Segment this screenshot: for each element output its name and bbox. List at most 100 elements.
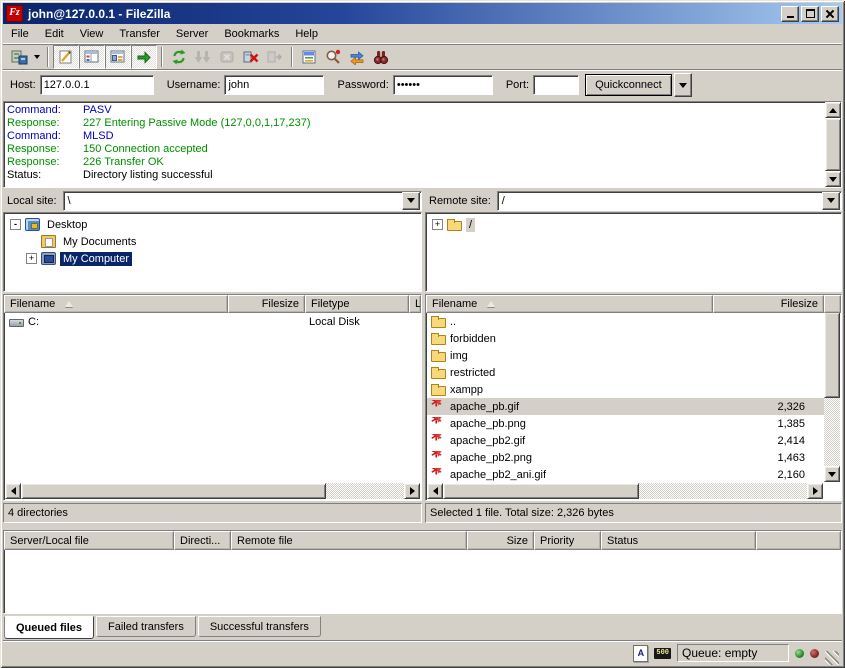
site-manager-button[interactable] bbox=[7, 46, 31, 68]
column-header-direction[interactable]: Directi... bbox=[174, 531, 231, 550]
refresh-button[interactable] bbox=[167, 46, 191, 68]
remote-site-combo[interactable]: / bbox=[497, 191, 842, 211]
menu-server[interactable]: Server bbox=[168, 26, 216, 42]
local-site-combo[interactable]: \ bbox=[63, 191, 422, 211]
speed-limits-icon[interactable]: 500 bbox=[654, 648, 671, 659]
column-header-lastmodified[interactable]: L bbox=[409, 295, 421, 313]
tree-expander[interactable] bbox=[432, 219, 443, 230]
file-row[interactable]: apache_pb2.gif 2,414 bbox=[427, 432, 824, 449]
scroll-down-button[interactable] bbox=[824, 466, 840, 482]
tree-expander[interactable] bbox=[10, 219, 21, 230]
site-manager-dropdown[interactable] bbox=[31, 46, 43, 68]
remote-site-dropdown[interactable] bbox=[822, 192, 840, 210]
queue-tab[interactable]: Queued files bbox=[4, 616, 94, 639]
log-line: Response: 227 Entering Passive Mode (127… bbox=[7, 117, 821, 130]
disconnect-button[interactable] bbox=[239, 46, 263, 68]
tree-item[interactable]: My Computer bbox=[24, 250, 419, 267]
maximize-button[interactable] bbox=[801, 6, 819, 22]
column-header-priority[interactable]: Priority bbox=[534, 531, 601, 550]
toggle-message-log-icon bbox=[58, 49, 74, 65]
file-row[interactable]: apache_pb.gif 2,326 bbox=[427, 398, 824, 415]
tree-expander[interactable] bbox=[26, 253, 37, 264]
reconnect-button[interactable] bbox=[263, 46, 287, 68]
file-row[interactable]: apache_pb.png 1,385 bbox=[427, 415, 824, 432]
menu-file[interactable]: File bbox=[3, 26, 37, 42]
local-hscrollbar[interactable] bbox=[5, 483, 420, 499]
scrollbar-thumb[interactable] bbox=[825, 118, 841, 171]
scroll-right-button[interactable] bbox=[404, 483, 420, 499]
toggle-local-tree-button[interactable] bbox=[79, 45, 105, 69]
filter-button[interactable] bbox=[297, 46, 321, 68]
column-header-server-local-file[interactable]: Server/Local file bbox=[4, 531, 174, 550]
scroll-down-button[interactable] bbox=[825, 171, 841, 187]
file-row[interactable]: C: Local Disk bbox=[5, 313, 420, 330]
synchronized-browsing-button[interactable] bbox=[345, 46, 369, 68]
remote-vscrollbar[interactable] bbox=[824, 296, 840, 482]
column-header-filename[interactable]: Filename bbox=[426, 295, 713, 313]
close-button[interactable] bbox=[821, 6, 839, 22]
file-row[interactable]: apache_pb2.png 1,463 bbox=[427, 449, 824, 466]
menu-help[interactable]: Help bbox=[287, 26, 326, 42]
menu-transfer[interactable]: Transfer bbox=[111, 26, 168, 42]
toggle-queue-button[interactable] bbox=[131, 45, 157, 69]
scroll-left-button[interactable] bbox=[427, 483, 443, 499]
toggle-remote-tree-button[interactable] bbox=[105, 45, 131, 69]
directory-comparison-button[interactable] bbox=[321, 46, 345, 68]
local-list-header: Filename Filesize Filetype L bbox=[4, 295, 421, 313]
file-row[interactable]: apache_pb2_ani.gif 2,160 bbox=[427, 466, 824, 482]
queue-tab[interactable]: Successful transfers bbox=[198, 616, 321, 637]
scrollbar-track[interactable] bbox=[824, 398, 840, 466]
tree-item[interactable]: / bbox=[430, 216, 839, 233]
transfer-type-ascii-icon[interactable]: A bbox=[633, 645, 648, 662]
title-bar[interactable]: Fz john@127.0.0.1 - FileZilla bbox=[3, 3, 842, 24]
file-row[interactable]: forbidden bbox=[427, 330, 824, 347]
file-row[interactable]: img bbox=[427, 347, 824, 364]
menu-view[interactable]: View bbox=[72, 26, 112, 42]
file-name: xampp bbox=[450, 384, 483, 396]
menu-edit[interactable]: Edit bbox=[37, 26, 72, 42]
tree-item[interactable]: My Documents bbox=[24, 233, 419, 250]
host-input[interactable] bbox=[40, 75, 154, 95]
file-row[interactable]: .. bbox=[427, 313, 824, 330]
scrollbar-track[interactable] bbox=[326, 483, 404, 499]
process-queue-button[interactable] bbox=[191, 46, 215, 68]
scrollbar-thumb[interactable] bbox=[824, 312, 840, 398]
column-header-filetype[interactable]: Filetype bbox=[305, 295, 409, 313]
remote-site-value: / bbox=[498, 195, 822, 207]
local-site-dropdown[interactable] bbox=[402, 192, 420, 210]
cancel-button[interactable] bbox=[215, 46, 239, 68]
port-input[interactable] bbox=[533, 75, 579, 95]
log-scrollbar[interactable] bbox=[825, 102, 841, 187]
synchronized-browsing-icon bbox=[349, 49, 365, 65]
password-input[interactable] bbox=[393, 75, 493, 95]
file-row[interactable]: restricted bbox=[427, 364, 824, 381]
tree-item[interactable]: Desktop bbox=[8, 216, 419, 233]
resize-grip[interactable] bbox=[825, 651, 839, 665]
scrollbar-thumb[interactable] bbox=[21, 483, 326, 499]
file-row[interactable]: xampp bbox=[427, 381, 824, 398]
remote-hscrollbar[interactable] bbox=[427, 483, 823, 499]
remote-file-list: Filename Filesize .. forbidden img bbox=[425, 294, 842, 501]
scrollbar-thumb[interactable] bbox=[443, 483, 639, 499]
toggle-message-log-button[interactable] bbox=[53, 45, 79, 69]
quickconnect-button[interactable]: Quickconnect bbox=[585, 74, 672, 96]
find-files-button[interactable] bbox=[369, 46, 393, 68]
column-header-filesize[interactable]: Filesize bbox=[228, 295, 305, 313]
column-header-filename[interactable]: Filename bbox=[4, 295, 228, 313]
column-header-status[interactable]: Status bbox=[601, 531, 756, 550]
username-input[interactable] bbox=[224, 75, 324, 95]
queue-tab[interactable]: Failed transfers bbox=[96, 616, 196, 637]
column-header-filesize[interactable]: Filesize bbox=[713, 295, 824, 313]
scrollbar-track[interactable] bbox=[639, 483, 807, 499]
menu-bookmarks[interactable]: Bookmarks bbox=[216, 26, 287, 42]
port-label: Port: bbox=[506, 79, 529, 91]
scroll-right-button[interactable] bbox=[807, 483, 823, 499]
minimize-button[interactable] bbox=[781, 6, 799, 22]
scroll-left-button[interactable] bbox=[5, 483, 21, 499]
scroll-up-button[interactable] bbox=[825, 102, 841, 118]
column-header-size[interactable]: Size bbox=[467, 531, 534, 550]
image-file-icon bbox=[431, 468, 446, 481]
column-header-remote-file[interactable]: Remote file bbox=[231, 531, 467, 550]
quickconnect-dropdown[interactable] bbox=[674, 73, 692, 97]
app-icon[interactable]: Fz bbox=[6, 5, 23, 22]
